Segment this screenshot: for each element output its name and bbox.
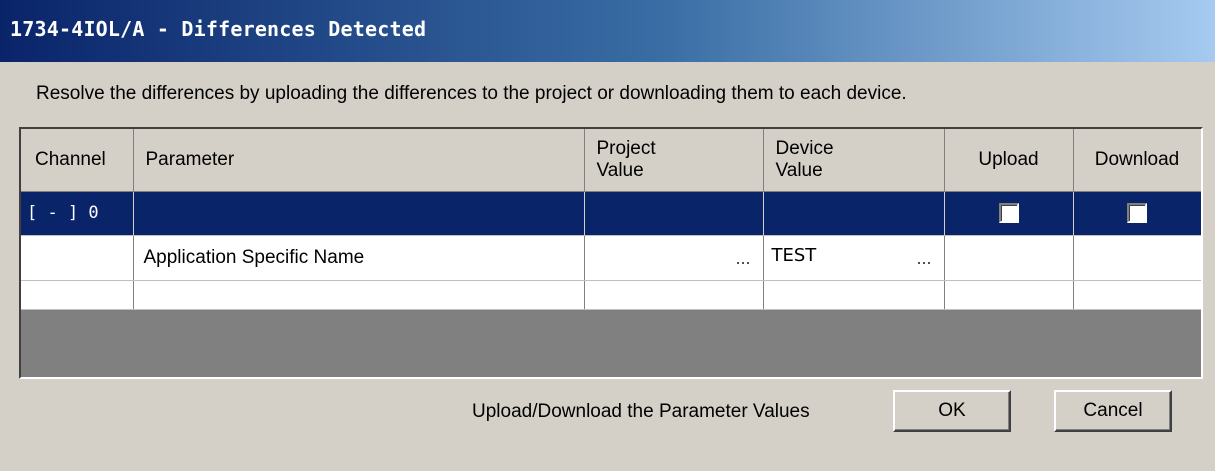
col-header-device-value-line2: Value [775, 159, 823, 181]
header-row: Channel Parameter Project Value Device V… [21, 129, 1201, 192]
differences-table: Channel Parameter Project Value Device V… [21, 129, 1201, 310]
window-title: 1734-4IOL/A - Differences Detected [10, 17, 427, 41]
empty-cell [763, 280, 945, 310]
channel-group-row[interactable]: [ - ] 0 [21, 191, 1201, 236]
title-bar[interactable]: 1734-4IOL/A - Differences Detected [0, 0, 1215, 62]
device-value-ellipsis-button[interactable]: ... [916, 248, 931, 269]
group-download-cell [1073, 191, 1201, 236]
row-channel-cell [21, 235, 134, 281]
empty-row [21, 280, 1201, 310]
col-header-project-value-line1: Project [596, 137, 656, 159]
empty-cell [944, 280, 1074, 310]
col-header-project-value[interactable]: Project Value [584, 129, 764, 192]
col-header-channel[interactable]: Channel [21, 129, 134, 192]
col-header-parameter[interactable]: Parameter [133, 129, 585, 192]
empty-cell [21, 280, 134, 310]
empty-cell [133, 280, 585, 310]
download-checkbox[interactable] [1127, 202, 1147, 223]
cancel-button[interactable]: Cancel [1054, 390, 1172, 432]
instructions-text: Resolve the differences by uploading the… [36, 83, 907, 104]
col-header-upload[interactable]: Upload [944, 129, 1074, 192]
group-parameter-cell [133, 191, 585, 236]
row-device-value-cell[interactable]: TEST ... [763, 235, 945, 281]
col-header-project-value-line2: Value [596, 159, 644, 181]
project-value-ellipsis-button[interactable]: ... [735, 248, 750, 269]
col-header-device-value-line1: Device [775, 137, 834, 159]
empty-cell [584, 280, 764, 310]
channel-group-toggle[interactable]: [ - ] 0 [21, 191, 134, 236]
group-project-value-cell [584, 191, 764, 236]
ok-button[interactable]: OK [893, 390, 1011, 432]
row-parameter-cell: Application Specific Name [133, 235, 585, 281]
row-upload-cell [944, 235, 1074, 281]
upload-checkbox[interactable] [998, 202, 1019, 223]
device-value-text: TEST [771, 244, 817, 266]
group-device-value-cell [763, 191, 945, 236]
col-header-device-value[interactable]: Device Value [763, 129, 945, 192]
row-project-value-cell[interactable]: ... [584, 235, 764, 281]
col-header-download[interactable]: Download [1073, 129, 1201, 192]
table-row[interactable]: Application Specific Name ... TEST ... [21, 235, 1201, 281]
group-upload-cell [944, 191, 1074, 236]
row-download-cell [1073, 235, 1201, 281]
differences-grid[interactable]: Channel Parameter Project Value Device V… [19, 127, 1203, 379]
empty-cell [1073, 280, 1201, 310]
footer-label: Upload/Download the Parameter Values [472, 401, 810, 422]
